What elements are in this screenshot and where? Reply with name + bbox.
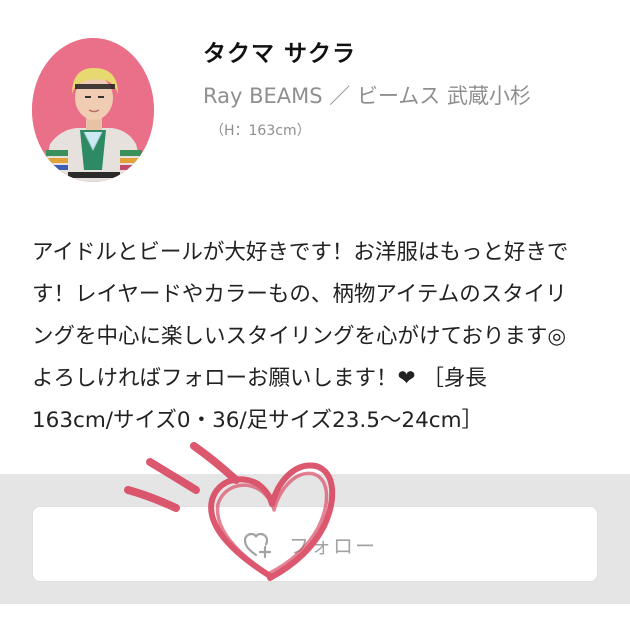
follow-button-label[interactable]: フォロー: [289, 530, 377, 559]
heart-plus-icon[interactable]: [243, 531, 273, 559]
bio-line: アイドルとビールが大好きです！お洋服はもっと好きで: [32, 240, 569, 265]
bottom-strip: [0, 604, 630, 624]
bio-line: ングを中心に楽しいスタイリングを心がけております◎: [32, 324, 567, 349]
profile-height: （H：163cm）: [210, 123, 311, 139]
avatar[interactable]: [32, 38, 154, 182]
profile-name: タクマ サクラ: [203, 41, 357, 67]
bio-line: 163cm/サイズ0・36/足サイズ23.5〜24cm］: [32, 408, 484, 433]
bio-line: よろしければフォローお願いします！❤ ［身長: [32, 366, 487, 391]
avatar-photo: [32, 38, 154, 182]
profile-shop[interactable]: Ray BEAMS ／ ビームス 武蔵小杉: [203, 80, 531, 110]
profile-bio: アイドルとビールが大好きです！お洋服はもっと好きで す！レイヤードやカラーもの、…: [32, 232, 604, 442]
bio-line: す！レイヤードやカラーもの、柄物アイテムのスタイリ: [32, 282, 567, 307]
